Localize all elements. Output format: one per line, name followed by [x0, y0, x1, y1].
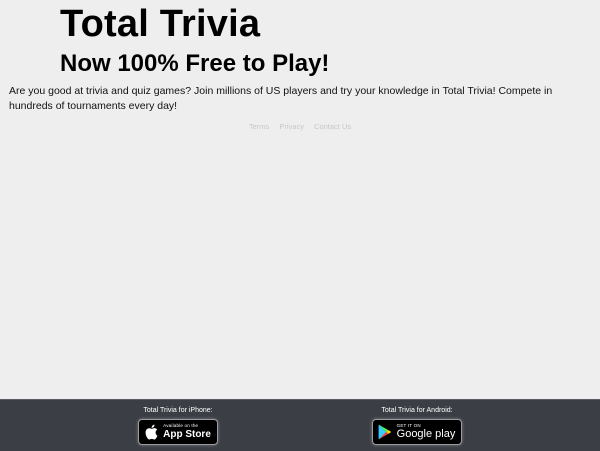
- google-play-icon: [378, 424, 392, 440]
- privacy-link[interactable]: Privacy: [279, 122, 304, 131]
- android-download-section: Total Trivia for Android: GET IT ON Goog…: [337, 406, 497, 445]
- hero-header: Total Trivia Now 100% Free to Play!: [60, 0, 329, 79]
- page-title: Total Trivia: [60, 3, 261, 45]
- android-label: Total Trivia for Android:: [381, 407, 453, 414]
- footer-links: Terms Privacy Contact Us: [0, 122, 600, 131]
- terms-link[interactable]: Terms: [249, 122, 269, 131]
- ios-label: Total Trivia for iPhone:: [143, 407, 213, 414]
- google-play-button[interactable]: GET IT ON Google play: [371, 419, 463, 445]
- ios-download-section: Total Trivia for iPhone: Available on th…: [98, 406, 258, 445]
- app-store-button[interactable]: Available on the App Store: [138, 419, 218, 445]
- app-store-big-text: App Store: [163, 428, 211, 440]
- intro-text: Are you good at trivia and quiz games? J…: [9, 85, 553, 112]
- app-download-bar: Total Trivia for iPhone: Available on th…: [0, 399, 600, 451]
- apple-icon: [144, 424, 158, 440]
- google-play-big-text: Google play: [396, 428, 456, 441]
- contact-us-link[interactable]: Contact Us: [314, 122, 351, 131]
- page-subtitle: Now 100% Free to Play!: [60, 50, 330, 77]
